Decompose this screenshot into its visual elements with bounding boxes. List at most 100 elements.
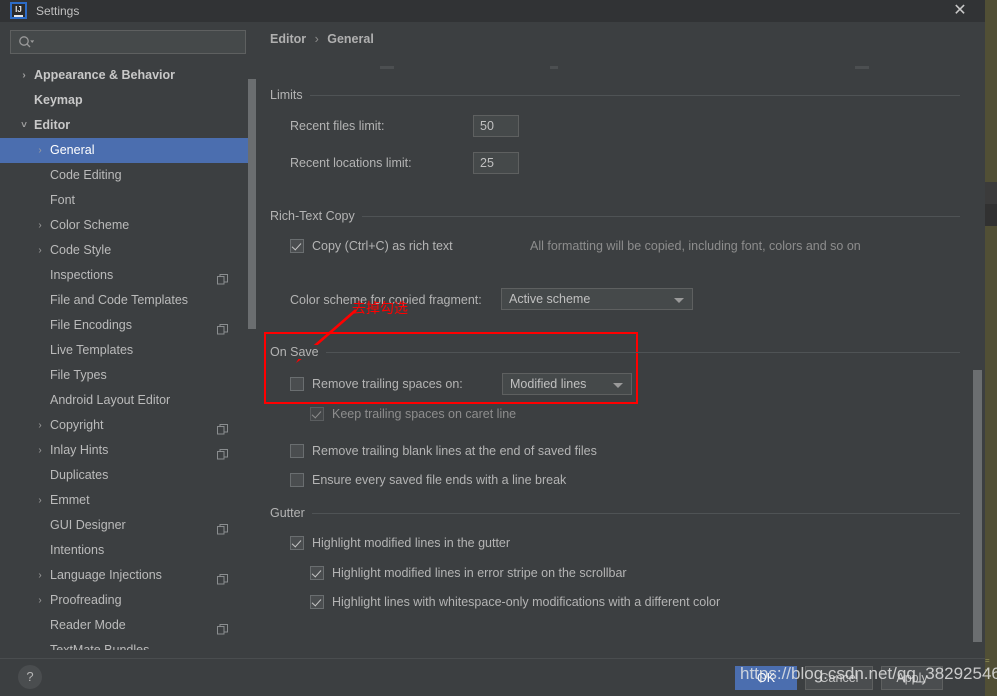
sidebar-item-label: General bbox=[50, 143, 95, 157]
chevron-right-icon[interactable]: › bbox=[34, 563, 46, 588]
sidebar-item-label: Duplicates bbox=[50, 468, 109, 482]
group-title-rich-text-copy: Rich-Text Copy bbox=[270, 209, 362, 223]
group-title-gutter: Gutter bbox=[270, 506, 312, 520]
chevron-down-icon bbox=[613, 383, 623, 388]
sidebar-item-label: TextMate Bundles bbox=[50, 643, 150, 650]
search-box bbox=[10, 30, 246, 54]
highlight-error-stripe-label: Highlight modified lines in error stripe… bbox=[332, 566, 627, 580]
remnant-glyph-3 bbox=[855, 66, 869, 69]
color-scheme-combo-value: Active scheme bbox=[509, 292, 591, 306]
sidebar-item-label: Code Style bbox=[50, 243, 112, 257]
group-rule bbox=[270, 95, 960, 96]
group-title-limits: Limits bbox=[270, 88, 310, 102]
sidebar-item-reader-mode[interactable]: Reader Mode bbox=[0, 613, 248, 638]
ensure-line-break-label: Ensure every saved file ends with a line… bbox=[312, 473, 567, 487]
sidebar-item-label: Live Templates bbox=[50, 343, 134, 357]
sidebar-item-gui-designer[interactable]: GUI Designer bbox=[0, 513, 248, 538]
sidebar-item-code-editing[interactable]: Code Editing bbox=[0, 163, 248, 188]
project-scope-icon bbox=[217, 269, 228, 285]
chevron-right-icon[interactable]: › bbox=[34, 238, 46, 263]
remove-trailing-blank-lines-checkbox[interactable] bbox=[290, 444, 304, 458]
recent-locations-limit-input[interactable] bbox=[473, 152, 519, 174]
remove-trailing-blank-lines-label: Remove trailing blank lines at the end o… bbox=[312, 444, 597, 458]
sidebar-item-intentions[interactable]: Intentions bbox=[0, 538, 248, 563]
sidebar-item-file-encodings[interactable]: File Encodings bbox=[0, 313, 248, 338]
sidebar-item-label: Inlay Hints bbox=[50, 443, 109, 457]
group-limits: Limits bbox=[270, 88, 970, 102]
copy-as-rich-text-hint: All formatting will be copied, including… bbox=[530, 239, 861, 253]
sidebar-item-textmate-bundles[interactable]: TextMate Bundles bbox=[0, 638, 248, 650]
keep-trailing-spaces-checkbox[interactable] bbox=[310, 407, 324, 421]
sidebar-item-label: Color Scheme bbox=[50, 218, 130, 232]
close-icon[interactable]: ✕ bbox=[949, 1, 971, 21]
sidebar-item-label: File Types bbox=[50, 368, 107, 382]
sidebar-item-label: Android Layout Editor bbox=[50, 393, 171, 407]
sidebar-item-label: Font bbox=[50, 193, 76, 207]
ensure-line-break-checkbox[interactable] bbox=[290, 473, 304, 487]
chevron-right-icon[interactable]: › bbox=[34, 588, 46, 613]
remove-trailing-spaces-label: Remove trailing spaces on: bbox=[312, 377, 463, 391]
annotation-text: 去掉勾选 bbox=[352, 301, 408, 317]
sidebar-item-duplicates[interactable]: Duplicates bbox=[0, 463, 248, 488]
cancel-button[interactable]: Cancel bbox=[805, 666, 873, 690]
chevron-right-icon[interactable]: › bbox=[18, 63, 30, 88]
copy-as-rich-text-checkbox[interactable] bbox=[290, 239, 304, 253]
sidebar-item-language-injections[interactable]: › Language Injections bbox=[0, 563, 248, 588]
chevron-down-icon[interactable]: ˅ bbox=[18, 113, 30, 138]
sidebar-item-code-style[interactable]: › Code Style bbox=[0, 238, 248, 263]
dialog-footer: ? OK Cancel Apply bbox=[0, 658, 985, 696]
highlight-whitespace-modifications-checkbox[interactable] bbox=[310, 595, 324, 609]
remnant-glyph-2 bbox=[550, 66, 558, 69]
sidebar-item-editor[interactable]: ˅ Editor bbox=[0, 113, 248, 138]
sidebar-item-color-scheme[interactable]: › Color Scheme bbox=[0, 213, 248, 238]
recent-files-limit-input[interactable] bbox=[473, 115, 519, 137]
sidebar-item-android-layout-editor[interactable]: Android Layout Editor bbox=[0, 388, 248, 413]
chevron-right-icon[interactable]: › bbox=[34, 138, 46, 163]
main-scrollbar-thumb[interactable] bbox=[973, 370, 982, 642]
sidebar-item-general[interactable]: › General bbox=[0, 138, 248, 163]
highlight-modified-lines-checkbox[interactable] bbox=[290, 536, 304, 550]
sidebar-item-inlay-hints[interactable]: › Inlay Hints bbox=[0, 438, 248, 463]
sidebar-item-file-and-code-templates[interactable]: File and Code Templates bbox=[0, 288, 248, 313]
sidebar-item-label: File and Code Templates bbox=[50, 293, 189, 307]
color-scheme-for-copied-fragment-combo[interactable]: Active scheme bbox=[501, 288, 693, 310]
sidebar-item-label: Copyright bbox=[50, 418, 104, 432]
sidebar-item-keymap[interactable]: Keymap bbox=[0, 88, 248, 113]
intellij-logo-icon: IJ bbox=[10, 2, 27, 19]
logo-underline bbox=[14, 15, 23, 17]
ok-button[interactable]: OK bbox=[735, 666, 797, 690]
sidebar-item-label: GUI Designer bbox=[50, 518, 126, 532]
apply-button[interactable]: Apply bbox=[881, 666, 943, 690]
remnant-glyph-1 bbox=[380, 66, 394, 69]
search-input[interactable] bbox=[10, 30, 246, 54]
sidebar-item-emmet[interactable]: › Emmet bbox=[0, 488, 248, 513]
sidebar-item-copyright[interactable]: › Copyright bbox=[0, 413, 248, 438]
remove-trailing-spaces-checkbox[interactable] bbox=[290, 377, 304, 391]
copy-as-rich-text-label: Copy (Ctrl+C) as rich text bbox=[312, 239, 453, 253]
chevron-right-icon[interactable]: › bbox=[34, 488, 46, 513]
highlight-error-stripe-checkbox[interactable] bbox=[310, 566, 324, 580]
help-button[interactable]: ? bbox=[18, 665, 42, 689]
remove-trailing-spaces-scope-combo[interactable]: Modified lines bbox=[502, 373, 632, 395]
sidebar-item-font[interactable]: Font bbox=[0, 188, 248, 213]
logo-letters: IJ bbox=[15, 5, 22, 14]
chevron-right-icon[interactable]: › bbox=[34, 438, 46, 463]
chevron-right-icon[interactable]: › bbox=[34, 213, 46, 238]
keep-trailing-spaces-label: Keep trailing spaces on caret line bbox=[332, 407, 517, 421]
group-rule bbox=[270, 352, 960, 353]
sidebar-item-label: Intentions bbox=[50, 543, 105, 557]
recent-files-limit-label: Recent files limit: bbox=[290, 119, 385, 133]
sidebar-scrollbar-thumb[interactable] bbox=[248, 79, 256, 329]
sidebar-item-inspections[interactable]: Inspections bbox=[0, 263, 248, 288]
project-scope-icon bbox=[217, 519, 228, 535]
sidebar-item-proofreading[interactable]: › Proofreading bbox=[0, 588, 248, 613]
breadcrumb: Editor › General bbox=[270, 32, 374, 46]
sidebar-item-live-templates[interactable]: Live Templates bbox=[0, 338, 248, 363]
sidebar-item-label: Reader Mode bbox=[50, 618, 126, 632]
breadcrumb-root[interactable]: Editor bbox=[270, 32, 306, 46]
sidebar-item-label: Language Injections bbox=[50, 568, 162, 582]
project-scope-icon bbox=[217, 619, 228, 635]
sidebar-item-file-types[interactable]: File Types bbox=[0, 363, 248, 388]
sidebar-item-appearance-behavior[interactable]: › Appearance & Behavior bbox=[0, 63, 248, 88]
chevron-right-icon[interactable]: › bbox=[34, 413, 46, 438]
